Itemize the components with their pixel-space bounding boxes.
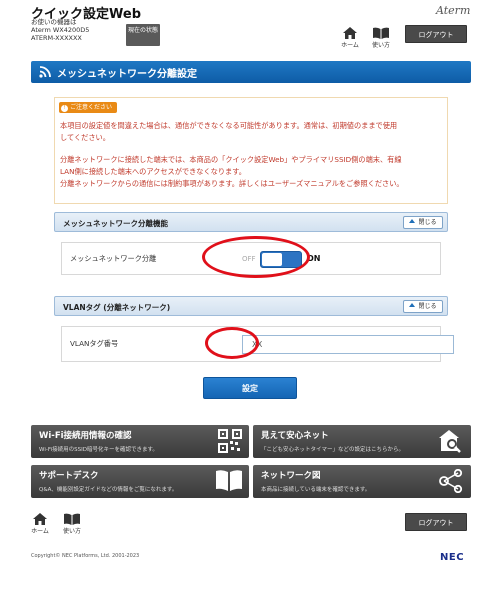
- tile-mieteanshin-subtitle: 「こども安心ネットタイマー」などの設定はこちらから。: [261, 447, 405, 453]
- notice-line-1: 本項目の設定値を間違えた場合は、通信ができなくなる可能性があります。通常は、初期…: [60, 121, 398, 130]
- notice-line-2: してください。: [60, 133, 110, 142]
- book-icon: [216, 470, 242, 491]
- chevron-up-icon: [409, 303, 416, 307]
- home-search-icon: [439, 430, 461, 453]
- tile-network-map-title: ネットワーク図: [261, 471, 321, 481]
- current-status-button[interactable]: 現在の状態: [126, 24, 160, 46]
- mesh-collapse-label: 閉じる: [418, 219, 437, 226]
- tile-wifi-info[interactable]: Wi-Fi接続用情報の確認 Wi-Fi接続用のSSID暗号化キーを確認できます。: [31, 425, 249, 458]
- help-label: 使い方: [371, 42, 390, 49]
- footer-help-nav[interactable]: 使い方: [60, 513, 84, 535]
- tile-wifi-info-subtitle: Wi-Fi接続用のSSID暗号化キーを確認できます。: [39, 447, 158, 453]
- footer-nav: ホーム 使い方 ログアウト: [0, 510, 500, 538]
- copyright: Copyright© NEC Platforms, Ltd. 2001-2023: [31, 553, 140, 559]
- aterm-logo: Aterm: [436, 4, 471, 17]
- vlan-tag-row: VLANタグ番号 XX: [61, 326, 454, 362]
- qr-code-icon: [218, 429, 242, 453]
- tile-support-desk-subtitle: Q&A、機能別設定ガイドなどの情報をご覧になれます。: [39, 487, 178, 493]
- tile-support-desk[interactable]: サポートデスク Q&A、機能別設定ガイドなどの情報をご覧になれます。: [31, 465, 249, 498]
- device-model: Aterm WX4200D5: [31, 26, 90, 34]
- exclamation-icon: !: [61, 105, 68, 112]
- wifi-icon: [39, 66, 51, 78]
- footer-logout-button[interactable]: ログアウト: [405, 513, 467, 531]
- notice-line-3: 分離ネットワークに接続した端末では、本商品の「クイック設定Web」やプライマリS…: [60, 155, 402, 164]
- book-icon: [64, 513, 80, 525]
- page-title-bar: メッシュネットワーク分離設定: [31, 61, 471, 83]
- tile-wifi-info-title: Wi-Fi接続用情報の確認: [39, 431, 132, 441]
- mesh-separation-label: メッシュネットワーク分離: [70, 254, 157, 263]
- mesh-separation-row: メッシュネットワーク分離 OFF ON: [61, 242, 441, 275]
- chevron-up-icon: [409, 219, 416, 223]
- toggle-track[interactable]: [260, 251, 302, 268]
- caution-badge-label: ご注意ください: [70, 104, 113, 111]
- caution-badge: ! ご注意ください: [59, 102, 117, 113]
- device-caption: お使いの機器は: [31, 18, 77, 26]
- header: クイック設定Web お使いの機器は Aterm WX4200D5 ATERM-X…: [0, 0, 500, 52]
- vlan-collapse-label: 閉じる: [418, 303, 437, 310]
- mesh-collapse-button[interactable]: 閉じる: [403, 216, 443, 229]
- help-nav[interactable]: 使い方: [369, 27, 393, 49]
- tile-support-desk-title: サポートデスク: [39, 471, 99, 481]
- home-icon: [343, 27, 357, 39]
- home-icon: [33, 513, 47, 525]
- mesh-section-title: メッシュネットワーク分離機能: [63, 219, 168, 228]
- home-nav[interactable]: ホーム: [338, 27, 362, 49]
- tile-mieteanshin[interactable]: 見えて安心ネット 「こども安心ネットタイマー」などの設定はこちらから。: [253, 425, 471, 458]
- toggle-knob[interactable]: [262, 253, 282, 266]
- nec-logo: NEC: [440, 552, 465, 563]
- vlan-tag-label: VLANタグ番号: [70, 339, 119, 348]
- mesh-separation-toggle[interactable]: OFF ON: [242, 251, 336, 268]
- toggle-off-label: OFF: [242, 255, 256, 263]
- vlan-section-title: VLANタグ (分離ネットワーク): [63, 303, 171, 312]
- toggle-on-label: ON: [307, 254, 321, 263]
- submit-button[interactable]: 設定: [203, 377, 297, 399]
- footer-home-label: ホーム: [31, 528, 49, 535]
- vlan-tag-input[interactable]: XX: [242, 335, 454, 354]
- caution-notice: ! ご注意ください 本項目の設定値を間違えた場合は、通信ができなくなる可能性があり…: [54, 97, 448, 204]
- page-title: メッシュネットワーク分離設定: [57, 69, 197, 80]
- vlan-collapse-button[interactable]: 閉じる: [403, 300, 443, 313]
- mesh-section-header: メッシュネットワーク分離機能 閉じる: [54, 212, 448, 232]
- notice-line-5: 分離ネットワークからの通信には制約事項があります。詳しくはユーザーズマニュアルを…: [60, 179, 404, 188]
- logout-button[interactable]: ログアウト: [405, 25, 467, 43]
- footer-help-label: 使い方: [62, 528, 81, 535]
- home-label: ホーム: [341, 42, 359, 49]
- footer-home-nav[interactable]: ホーム: [28, 513, 52, 535]
- tile-network-map[interactable]: ネットワーク図 本商品に接続している端末を確認できます。: [253, 465, 471, 498]
- device-id: ATERM-XXXXXX: [31, 34, 82, 42]
- network-icon: [439, 469, 463, 493]
- book-icon: [373, 27, 389, 39]
- tile-mieteanshin-title: 見えて安心ネット: [261, 431, 329, 441]
- tile-network-map-subtitle: 本商品に接続している端末を確認できます。: [261, 487, 371, 493]
- vlan-section-header: VLANタグ (分離ネットワーク) 閉じる: [54, 296, 448, 316]
- notice-line-4: LAN側に接続した端末へのアクセスができなくなります。: [60, 167, 246, 176]
- main-panel: メッシュネットワーク分離設定 ! ご注意ください 本項目の設定値を間違えた場合は、…: [31, 54, 471, 421]
